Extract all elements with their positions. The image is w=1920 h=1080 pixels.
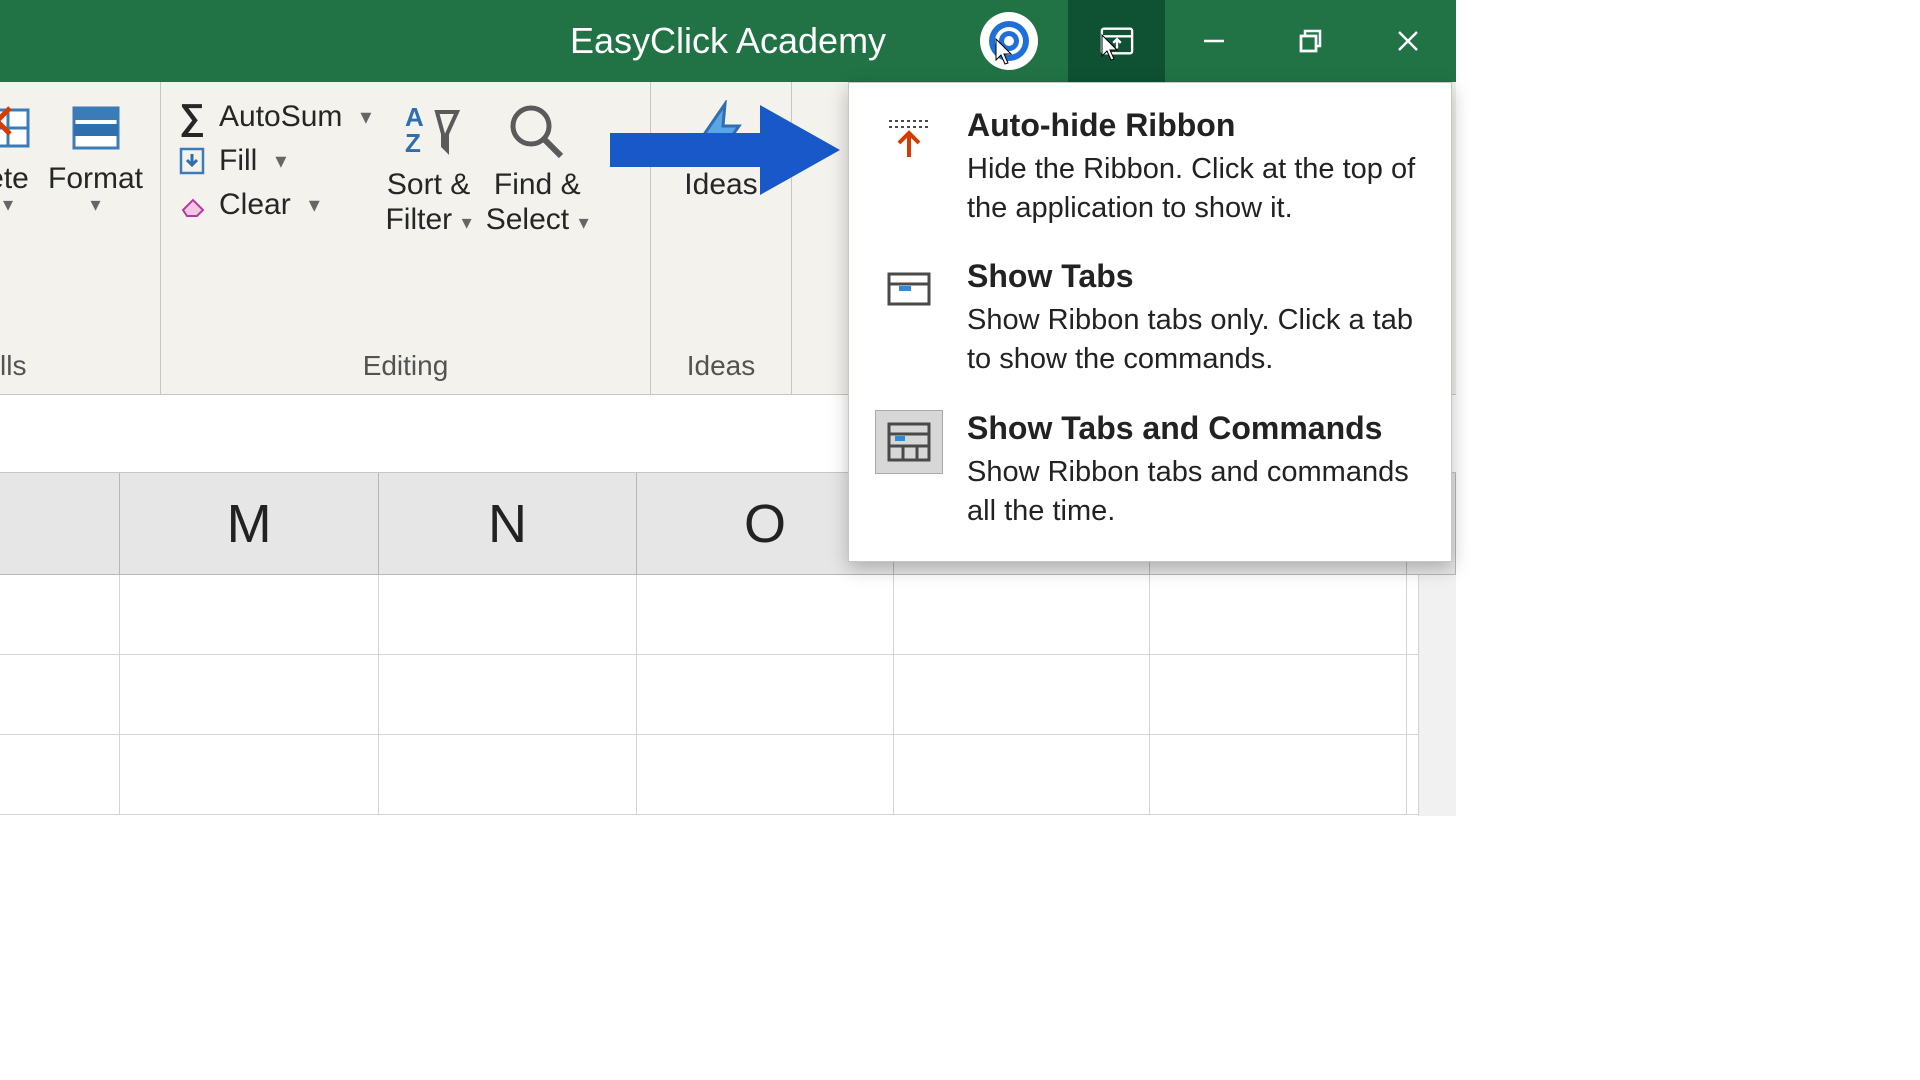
menu-item-desc: Show Ribbon tabs and commands all the ti… [967, 453, 1425, 531]
sort-filter-icon: A Z [397, 100, 461, 164]
chevron-down-icon: ▾ [90, 202, 100, 208]
format-label: Format [48, 162, 143, 196]
svg-text:Z: Z [405, 128, 421, 158]
auto-hide-icon [875, 107, 943, 171]
magnifier-icon [505, 100, 569, 164]
menu-item-show-tabs-commands[interactable]: Show Tabs and Commands Show Ribbon tabs … [849, 398, 1451, 549]
maximize-button[interactable] [1262, 0, 1359, 82]
arrow-right-icon [610, 105, 840, 195]
fill-down-icon [177, 146, 207, 176]
menu-item-show-tabs[interactable]: Show Tabs Show Ribbon tabs only. Click a… [849, 246, 1451, 397]
find-select-label-2: Select [486, 203, 569, 236]
delete-cells-icon [0, 100, 36, 156]
fill-button[interactable]: Fill ▾ [177, 144, 371, 178]
show-tabs-commands-icon [875, 410, 943, 474]
chevron-down-icon: ▾ [456, 212, 472, 234]
menu-item-auto-hide-ribbon[interactable]: Auto-hide Ribbon Hide the Ribbon. Click … [849, 95, 1451, 246]
group-label-ideas: Ideas [667, 350, 775, 388]
ribbon-group-cells: ete ▾ Format ▾ lls [0, 82, 161, 394]
fill-label: Fill [219, 144, 257, 178]
ribbon-display-options-icon [1100, 26, 1134, 56]
app-title: EasyClick Academy [570, 20, 886, 62]
sort-filter-button[interactable]: A Z Sort & Filter ▾ [385, 100, 471, 237]
close-icon [1393, 26, 1423, 56]
close-button[interactable] [1359, 0, 1456, 82]
clear-button[interactable]: Clear ▾ [177, 188, 371, 222]
ribbon-group-editing: ∑ AutoSum ▾ Fill ▾ Clear ▾ [161, 82, 651, 394]
find-select-label-1: Find & [494, 168, 581, 203]
group-label-editing: Editing [177, 350, 634, 388]
ribbon-display-options-menu: Auto-hide Ribbon Hide the Ribbon. Click … [848, 82, 1452, 562]
ribbon-display-options-button[interactable] [1068, 0, 1165, 82]
group-label-cells: lls [0, 350, 144, 388]
spreadsheet-grid[interactable] [0, 575, 1456, 815]
show-tabs-icon [875, 258, 943, 322]
sort-filter-label-1: Sort & [387, 168, 470, 203]
column-header-m[interactable]: M [120, 473, 378, 574]
chevron-down-icon: ▾ [573, 212, 589, 234]
format-button[interactable]: Format ▾ [48, 100, 143, 208]
autosum-button[interactable]: ∑ AutoSum ▾ [177, 100, 371, 134]
eraser-icon [177, 190, 207, 220]
menu-item-title: Show Tabs and Commands [967, 410, 1425, 447]
delete-label-fragment: ete [0, 162, 29, 196]
title-bar: EasyClick Academy [0, 0, 1456, 82]
column-header-n[interactable]: N [379, 473, 637, 574]
column-header[interactable] [0, 473, 120, 574]
callout-arrow [610, 105, 840, 195]
chevron-down-icon: ▾ [3, 202, 13, 208]
maximize-icon [1296, 26, 1326, 56]
menu-item-desc: Hide the Ribbon. Click at the top of the… [967, 150, 1425, 228]
clear-label: Clear [219, 188, 291, 222]
autosum-label: AutoSum [219, 100, 342, 134]
minimize-icon [1199, 26, 1229, 56]
chevron-down-icon: ▾ [275, 148, 286, 174]
vertical-scrollbar[interactable] [1418, 575, 1456, 816]
sort-filter-label-2: Filter [385, 203, 452, 236]
minimize-button[interactable] [1165, 0, 1262, 82]
find-select-button[interactable]: Find & Select ▾ [486, 100, 589, 237]
chevron-down-icon: ▾ [360, 104, 371, 130]
account-avatar[interactable] [980, 12, 1038, 70]
account-avatar-icon [987, 19, 1031, 63]
delete-button[interactable]: ete ▾ [0, 100, 36, 208]
menu-item-title: Auto-hide Ribbon [967, 107, 1425, 144]
format-cells-icon [68, 100, 124, 156]
chevron-down-icon: ▾ [309, 192, 320, 218]
menu-item-desc: Show Ribbon tabs only. Click a tab to sh… [967, 301, 1425, 379]
menu-item-title: Show Tabs [967, 258, 1425, 295]
sigma-icon: ∑ [177, 102, 207, 132]
